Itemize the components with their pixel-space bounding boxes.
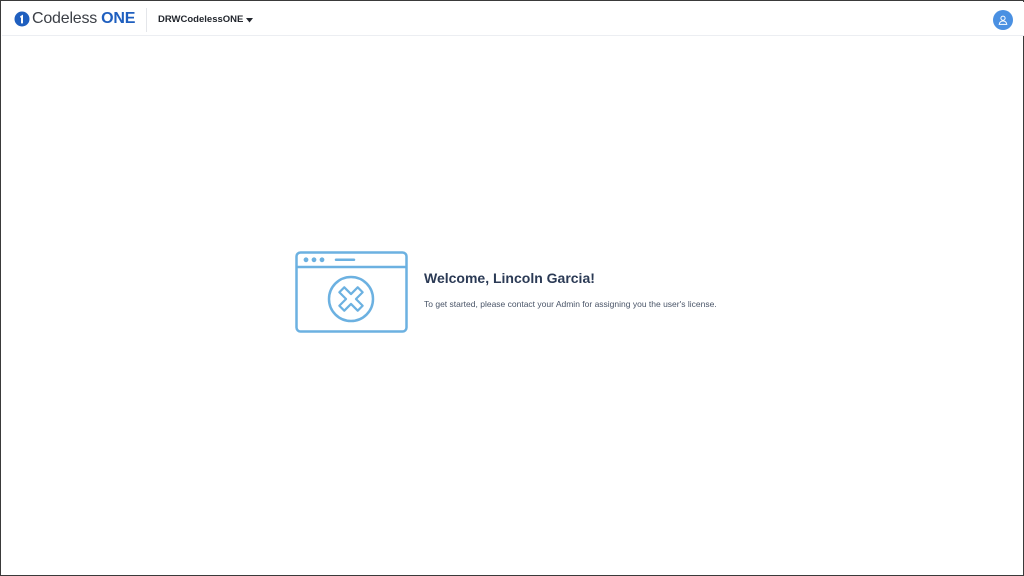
top-header: Codeless ONE DRWCodelessONE bbox=[2, 2, 1024, 36]
caret-down-icon bbox=[246, 17, 254, 22]
logo-text-secondary: ONE bbox=[101, 10, 136, 27]
app-frame: Codeless ONE DRWCodelessONE Welcome, Lin… bbox=[0, 0, 1024, 576]
logo-text-primary: Codeless bbox=[32, 10, 98, 27]
user-avatar-button[interactable] bbox=[993, 10, 1013, 30]
workspace-switcher[interactable]: DRWCodelessONE bbox=[158, 12, 254, 28]
browser-window-error-icon bbox=[295, 251, 408, 333]
logo-mark-icon bbox=[14, 11, 30, 27]
welcome-title: Welcome, Lincoln Garcia! bbox=[424, 270, 595, 286]
workspace-name: DRWCodelessONE bbox=[158, 14, 244, 25]
welcome-message: To get started, please contact your Admi… bbox=[424, 299, 717, 309]
app-logo[interactable]: Codeless ONE bbox=[14, 10, 135, 28]
user-icon bbox=[998, 15, 1008, 25]
header-divider bbox=[146, 8, 147, 32]
no-license-empty-state: Welcome, Lincoln Garcia! To get started,… bbox=[295, 251, 755, 333]
